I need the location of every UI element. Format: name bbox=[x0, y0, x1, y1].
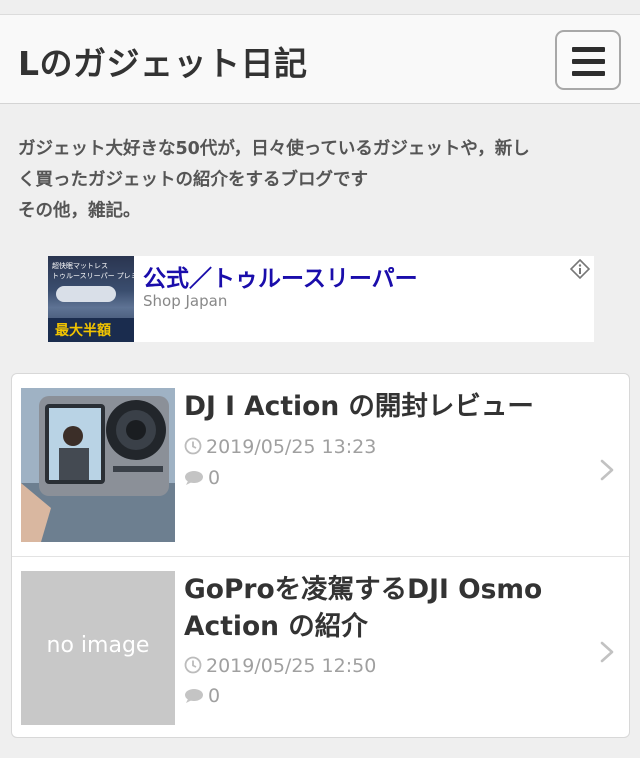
site-header: Lのガジェット日記 bbox=[0, 14, 640, 104]
ad-advertiser: Shop Japan bbox=[143, 292, 228, 310]
post-date-text: 2019/05/25 13:23 bbox=[206, 436, 377, 458]
post-card[interactable]: DJ I Action の開封レビュー 2019/05/25 13:23 0 bbox=[12, 374, 629, 557]
post-comment-count: 0 bbox=[208, 467, 221, 489]
ad-image-banner-text: 最大半額 bbox=[55, 323, 111, 339]
post-list: DJ I Action の開封レビュー 2019/05/25 13:23 0 n… bbox=[11, 373, 630, 738]
description-line: く買ったガジェットの紹介をするブログです bbox=[18, 170, 368, 190]
post-title-line: Action の紹介 bbox=[184, 611, 368, 642]
post-comments: 0 bbox=[184, 467, 220, 489]
clock-icon bbox=[184, 437, 202, 455]
comment-icon bbox=[185, 471, 203, 485]
mattress-figure bbox=[56, 286, 116, 302]
post-date: 2019/05/25 13:23 bbox=[184, 436, 376, 458]
ad-info-icon[interactable] bbox=[569, 258, 591, 280]
description-line: その他，雑記。 bbox=[18, 201, 141, 221]
post-comments: 0 bbox=[184, 685, 220, 707]
hamburger-icon-bar bbox=[572, 71, 605, 76]
ad-image-text: 超快眠マットレス bbox=[52, 262, 108, 270]
site-description: ガジェット大好きな50代が，日々使っているガジェットや，新し く買ったガジェット… bbox=[18, 134, 628, 227]
menu-button[interactable] bbox=[555, 30, 621, 90]
post-title[interactable]: DJ I Action の開封レビュー bbox=[184, 388, 584, 425]
ad-image-text: トゥルースリーパー プレミアケア bbox=[52, 272, 134, 280]
description-line: ガジェット大好きな50代が，日々使っているガジェットや，新し bbox=[18, 139, 530, 159]
post-thumbnail[interactable] bbox=[21, 388, 175, 542]
post-date-text: 2019/05/25 12:50 bbox=[206, 655, 377, 677]
no-image-text: no image bbox=[46, 633, 150, 658]
comment-icon bbox=[185, 689, 203, 703]
post-comment-count: 0 bbox=[208, 685, 221, 707]
post-thumbnail-placeholder[interactable]: no image bbox=[21, 571, 175, 725]
clock-icon bbox=[184, 656, 202, 674]
hamburger-icon-bar bbox=[572, 59, 605, 64]
ad-title-link[interactable]: 公式／トゥルースリーパー bbox=[143, 259, 418, 293]
post-card[interactable]: no image GoProを凌駕するDJI Osmo Action の紹介 2… bbox=[12, 557, 629, 737]
ad-image-banner: 最大半額 bbox=[48, 318, 134, 342]
site-title[interactable]: Lのガジェット日記 bbox=[18, 37, 308, 85]
ad-banner[interactable]: 超快眠マットレス トゥルースリーパー プレミアケア 最大半額 公式／トゥルースリ… bbox=[48, 256, 594, 342]
hamburger-icon bbox=[572, 47, 605, 52]
chevron-right-icon bbox=[599, 640, 615, 664]
post-title[interactable]: GoProを凌駕するDJI Osmo Action の紹介 bbox=[184, 571, 584, 645]
post-date: 2019/05/25 12:50 bbox=[184, 655, 376, 677]
post-title-line: GoProを凌駕するDJI Osmo bbox=[184, 574, 543, 605]
chevron-right-icon bbox=[599, 458, 615, 482]
ad-image[interactable]: 超快眠マットレス トゥルースリーパー プレミアケア 最大半額 bbox=[48, 256, 134, 342]
